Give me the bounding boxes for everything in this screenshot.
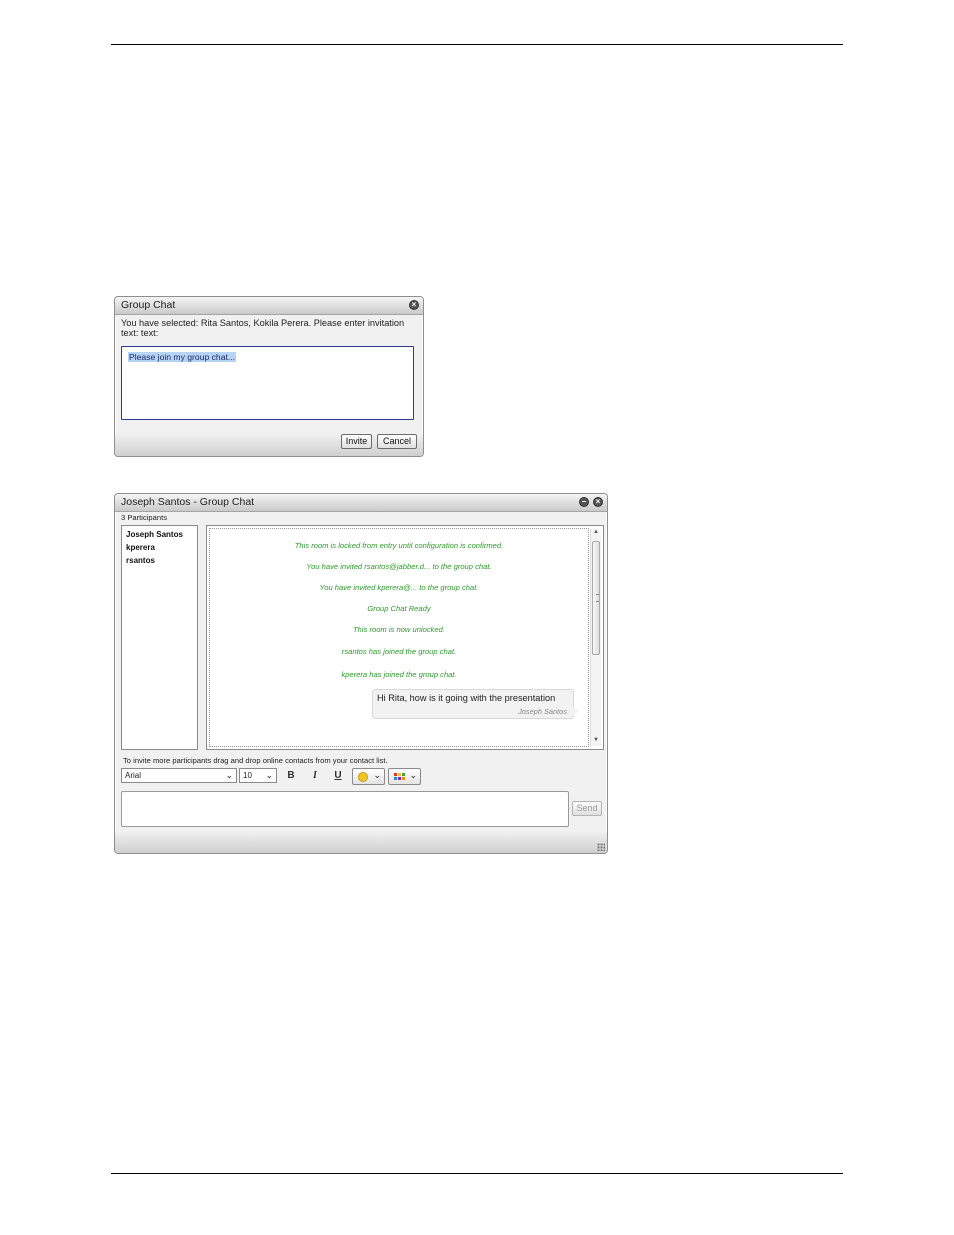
font-family-select[interactable]: Arial ⌄: [121, 768, 237, 783]
chevron-down-icon: ⌄: [265, 770, 273, 780]
participant-item[interactable]: kperera: [122, 541, 197, 554]
bold-button[interactable]: B: [284, 768, 298, 783]
font-size-value: 10: [243, 771, 252, 780]
participant-item[interactable]: Joseph Santos: [122, 528, 197, 541]
message-history: This room is locked from entry until con…: [206, 525, 604, 750]
chevron-down-icon: ⌄: [225, 770, 233, 780]
close-icon[interactable]: ×: [409, 300, 419, 310]
italic-button[interactable]: I: [308, 768, 322, 783]
system-message: rsantos has joined the group chat.: [341, 647, 457, 656]
scroll-down-icon[interactable]: ▼: [591, 737, 601, 746]
chat-titlebar: Joseph Santos - Group Chat – ×: [115, 494, 607, 512]
cancel-button[interactable]: Cancel: [377, 434, 417, 449]
grip-icon: [596, 594, 599, 602]
font-size-select[interactable]: 10 ⌄: [239, 768, 277, 783]
message-compose-input[interactable]: [121, 791, 569, 827]
resize-grip-icon[interactable]: [597, 843, 605, 851]
system-message: Group Chat Ready: [367, 604, 431, 613]
header-rule: [111, 44, 843, 45]
participant-list: Joseph Santos kperera rsantos: [121, 525, 198, 750]
system-message: You have invited kperera@... to the grou…: [319, 583, 479, 592]
invite-button[interactable]: Invite: [341, 434, 372, 449]
invitation-prompt: You have selected: Rita Santos, Kokila P…: [121, 318, 405, 338]
participant-count: 3 Participants: [121, 513, 168, 522]
invitation-text-selection: Please join my group chat...: [128, 352, 237, 362]
group-chat-invite-dialog: Group Chat × You have selected: Rita San…: [114, 296, 424, 457]
participant-item[interactable]: rsantos: [122, 554, 197, 567]
minimize-icon[interactable]: –: [579, 497, 589, 507]
color-palette-icon: [394, 773, 405, 781]
scroll-up-icon[interactable]: ▲: [591, 529, 601, 538]
send-button[interactable]: Send: [572, 801, 602, 816]
dialog-title: Group Chat: [121, 299, 176, 311]
dialog-titlebar: Group Chat ×: [115, 297, 423, 315]
scrollbar-thumb[interactable]: [592, 541, 600, 655]
chat-window-title: Joseph Santos - Group Chat: [121, 496, 255, 508]
chat-message-text: Hi Rita, how is it going with the presen…: [377, 693, 556, 703]
invitation-text-input[interactable]: Please join my group chat...: [121, 346, 414, 420]
color-picker[interactable]: ⌄: [388, 768, 421, 785]
smiley-icon: [358, 772, 368, 782]
system-message: You have invited rsantos@jabber.d... to …: [306, 562, 492, 571]
font-family-value: Arial: [125, 771, 142, 780]
bubble-tail: [573, 707, 579, 715]
system-message: This room is now unlocked.: [352, 625, 445, 634]
chevron-down-icon: ⌄: [373, 770, 381, 780]
footer-rule: [111, 1173, 843, 1174]
message-history-area: This room is locked from entry until con…: [209, 528, 589, 747]
chevron-down-icon: ⌄: [409, 770, 417, 780]
message-scrollbar[interactable]: ▲ ▼: [590, 529, 601, 746]
system-message: kperera has joined the group chat.: [341, 670, 457, 679]
group-chat-window: Joseph Santos - Group Chat – × 3 Partici…: [114, 493, 608, 854]
emoji-picker[interactable]: ⌄: [352, 768, 385, 785]
invite-hint: To invite more participants drag and dro…: [123, 756, 388, 765]
chat-message-bubble: Hi Rita, how is it going with the presen…: [372, 689, 579, 719]
close-icon[interactable]: ×: [593, 497, 603, 507]
chat-message-sender: Joseph Santos: [518, 707, 567, 716]
system-message: This room is locked from entry until con…: [294, 541, 504, 550]
underline-button[interactable]: U: [331, 768, 345, 783]
